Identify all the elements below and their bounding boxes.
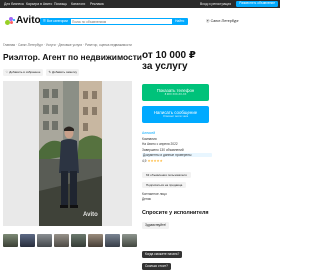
- topbar-link-catalogs[interactable]: Каталоги: [71, 2, 85, 6]
- price: от 10 000 ₽ за услугу: [142, 50, 196, 72]
- thumbnail[interactable]: [54, 234, 69, 247]
- price-value: от 10 000 ₽: [142, 50, 196, 61]
- price-unit: за услугу: [142, 61, 188, 72]
- ask-hello-chip[interactable]: Здравствуйте!: [142, 222, 170, 229]
- thumbnail[interactable]: [3, 234, 18, 247]
- search-bar: Найти: [68, 18, 188, 26]
- show-phone-button[interactable]: Показать телефон 8 9XX XXX-XX-XX: [142, 84, 209, 101]
- note-icon: ✎: [48, 70, 51, 74]
- phone-preview: 8 9XX XXX-XX-XX: [164, 93, 187, 96]
- page-title: Риэлтор. Агент по недвижимости: [3, 52, 142, 62]
- location-selector[interactable]: ⦿ Санкт-Петербург: [206, 19, 239, 24]
- ask-price-chip[interactable]: Сколько стоит?: [142, 263, 171, 270]
- listing-actions: ♡ Добавить в избранное ✎ Добавить заметк…: [3, 69, 80, 76]
- menu-icon: ☰: [43, 19, 46, 23]
- seller-name-link[interactable]: Алексей: [142, 131, 212, 135]
- logo-text: Avito: [16, 15, 41, 26]
- write-message-button[interactable]: Написать сообщение Отвечает около часа: [142, 106, 209, 123]
- post-ad-button[interactable]: Разместить объявление: [236, 1, 278, 7]
- add-note-label: Добавить заметку: [51, 70, 77, 74]
- topbar-link-help[interactable]: Помощь: [54, 2, 67, 6]
- seller-rating[interactable]: 4,9 ★★★★★: [142, 159, 212, 163]
- thumbnail[interactable]: [20, 234, 35, 247]
- thumbnail[interactable]: [88, 234, 103, 247]
- seller-verified: Документы и данные проверены: [142, 153, 212, 158]
- thumbnail-strip: [3, 234, 137, 247]
- search-input[interactable]: [72, 19, 172, 24]
- seller-completed: Завершено 130 объявлений: [142, 147, 184, 152]
- location-pin-icon: ⦿: [206, 19, 210, 23]
- thumbnail[interactable]: [71, 234, 86, 247]
- star-icon: ★★★★★: [147, 158, 163, 163]
- heart-icon: ♡: [5, 70, 9, 74]
- search-button[interactable]: Найти: [171, 18, 188, 26]
- location-label: Санкт-Петербург: [210, 19, 239, 23]
- thumbnail[interactable]: [105, 234, 120, 247]
- avito-logo-icon: [5, 16, 15, 26]
- header: Avito ☰ Все категории Найти ⦿ Санкт-Пете…: [0, 8, 280, 34]
- topbar-link-career[interactable]: Карьера в Авито: [26, 2, 52, 6]
- login-link[interactable]: Вход и регистрация: [200, 2, 231, 6]
- add-to-favorites-button[interactable]: ♡ Добавить в избранное: [3, 69, 43, 76]
- seller-info: Алексей Компания На Авито с апреля 2022 …: [142, 131, 212, 163]
- rating-value: 4,9: [142, 158, 147, 163]
- main-photo[interactable]: [39, 81, 102, 226]
- all-categories-label: Все категории: [46, 19, 68, 23]
- response-time: Отвечает около часа: [162, 115, 189, 118]
- photo-watermark: Avito: [83, 212, 98, 218]
- subscribe-button[interactable]: Подписаться на продавца: [142, 182, 187, 188]
- topbar-link-ads[interactable]: Реклама: [90, 2, 104, 6]
- ask-start-chip[interactable]: Когда сможете начать?: [142, 251, 183, 258]
- seller-since: На Авито с апреля 2022: [142, 142, 178, 147]
- add-note-button[interactable]: ✎ Добавить заметку: [45, 69, 80, 76]
- topbar-link-business[interactable]: Для бизнеса: [4, 2, 24, 6]
- top-bar: Для бизнеса Карьера в Авито Помощь Катал…: [0, 0, 280, 8]
- seller-type: Компания: [142, 136, 157, 141]
- all-categories-button[interactable]: ☰ Все категории: [40, 18, 71, 25]
- add-to-favorites-label: Добавить в избранное: [9, 70, 41, 74]
- main-photo-image: [39, 81, 102, 226]
- thumbnail[interactable]: [37, 234, 52, 247]
- thumbnail[interactable]: [122, 234, 137, 247]
- photo-gallery[interactable]: Avito: [3, 81, 132, 226]
- ask-performer-heading: Спросите у исполнителя: [142, 210, 209, 216]
- contact-person-name: Денис: [142, 197, 152, 201]
- breadcrumb[interactable]: Главная · Санкт-Петербург · Услуги · Дел…: [3, 43, 132, 47]
- avito-logo[interactable]: Avito: [5, 16, 41, 26]
- all-listings-button[interactable]: 63 объявления пользователя: [142, 172, 191, 178]
- contact-person-label: Контактное лицо: [142, 192, 167, 196]
